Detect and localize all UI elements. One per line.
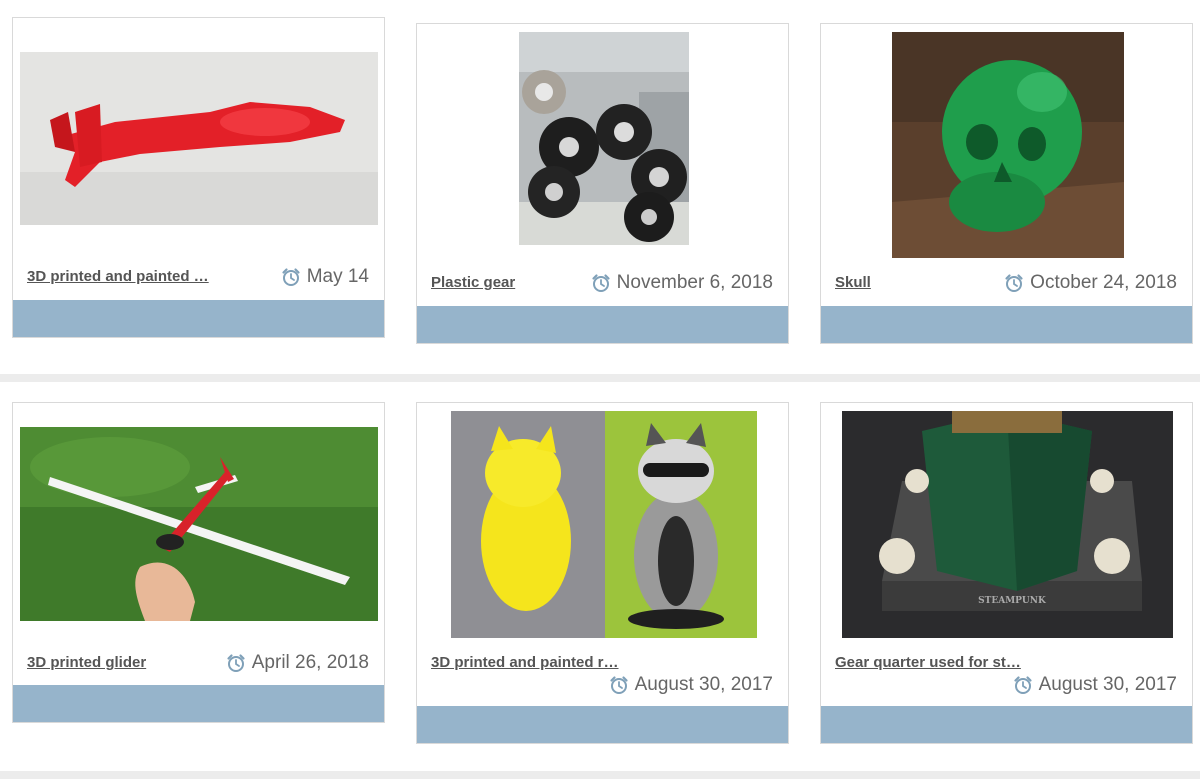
row-divider: [0, 374, 1200, 382]
raccoon-image[interactable]: [451, 411, 757, 638]
post-title-link[interactable]: Gear quarter used for st…: [835, 654, 1021, 671]
card-footer-bar: [821, 306, 1192, 343]
post-date-text: November 6, 2018: [616, 272, 773, 293]
post-card: Plastic gear November 6, 2018: [416, 23, 789, 344]
post-date: April 26, 2018: [226, 652, 369, 674]
post-title-link[interactable]: Skull: [835, 274, 871, 291]
post-date-text: October 24, 2018: [1030, 272, 1177, 293]
post-card: 3D printed and painted r… August 30, 201…: [416, 402, 789, 744]
post-date-text: August 30, 2017: [634, 674, 773, 695]
post-date: October 24, 2018: [1004, 272, 1177, 294]
steampunk-box-image[interactable]: STEAMPUNK: [842, 411, 1173, 638]
card-footer-bar: [417, 306, 788, 343]
clock-icon: [609, 675, 629, 695]
green-skull-image[interactable]: [892, 32, 1124, 258]
post-title-link[interactable]: 3D printed glider: [27, 654, 146, 671]
steampunk-plate-text: STEAMPUNK: [978, 596, 1047, 606]
post-card: 3D printed glider April 26, 2018: [12, 402, 385, 723]
clock-icon: [1004, 273, 1024, 293]
row-divider: [0, 771, 1200, 779]
clock-icon: [281, 267, 301, 287]
post-date: May 14: [281, 266, 369, 288]
post-card: STEAMPUNK Gear quarter used for st… Augu…: [820, 402, 1193, 744]
post-card: Skull October 24, 2018: [820, 23, 1193, 344]
card-footer-bar: [417, 706, 788, 743]
clock-icon: [1013, 675, 1033, 695]
gears-image[interactable]: [519, 32, 689, 245]
post-date-text: August 30, 2017: [1038, 674, 1177, 695]
post-date-text: May 14: [306, 266, 369, 287]
card-footer-bar: [821, 706, 1192, 743]
post-title-link[interactable]: 3D printed and painted r…: [431, 654, 619, 671]
post-title-link[interactable]: 3D printed and painted …: [27, 268, 209, 285]
clock-icon: [226, 653, 246, 673]
card-footer-bar: [13, 685, 384, 722]
post-date: August 30, 2017: [1013, 674, 1177, 696]
post-date: November 6, 2018: [591, 272, 773, 294]
red-helicopter-image[interactable]: [20, 52, 378, 225]
card-footer-bar: [13, 300, 384, 337]
glider-image[interactable]: [20, 427, 378, 621]
post-title-link[interactable]: Plastic gear: [431, 274, 515, 291]
post-date-text: April 26, 2018: [251, 652, 369, 673]
post-date: August 30, 2017: [609, 674, 773, 696]
clock-icon: [591, 273, 611, 293]
post-card: 3D printed and painted … May 14: [12, 17, 385, 338]
